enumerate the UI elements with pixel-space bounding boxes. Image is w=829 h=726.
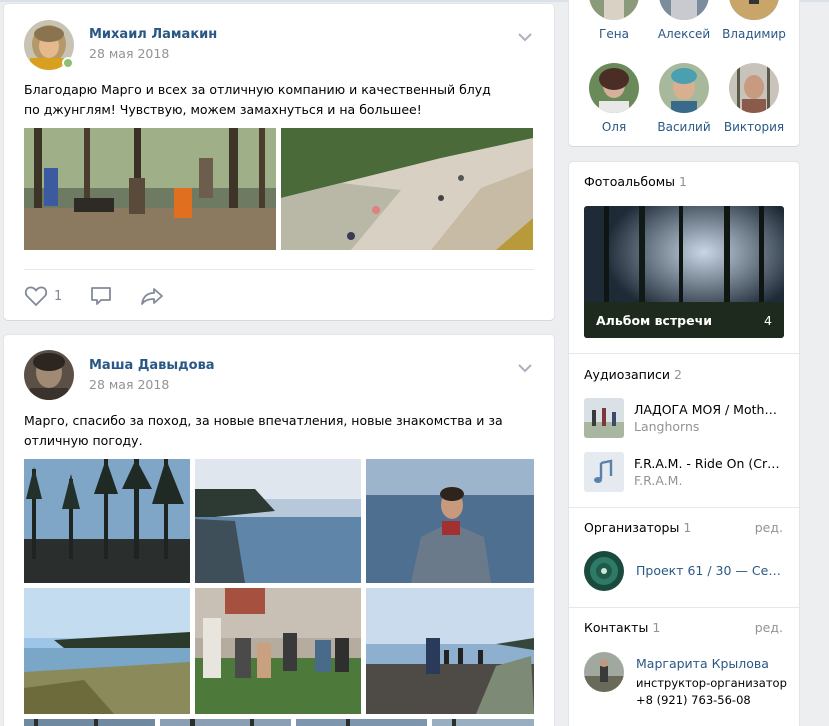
avatar — [659, 63, 709, 113]
post-text: Марго, спасибо за поход, за новые впечат… — [24, 413, 503, 448]
organizers-title: Организаторы — [584, 520, 680, 535]
post-photo[interactable] — [24, 588, 190, 714]
album-title: Альбом встречи — [596, 313, 712, 328]
friend-item[interactable]: Владимир — [719, 0, 789, 41]
share-button[interactable] — [140, 285, 164, 307]
contact-avatar[interactable] — [584, 652, 624, 692]
avatar — [729, 0, 779, 20]
contact-role: инструктор-организатор — [636, 676, 787, 690]
track-artist[interactable]: Langhorns — [634, 419, 699, 434]
comment-button[interactable] — [90, 285, 112, 307]
friend-name: Василий — [657, 120, 711, 134]
audio-header[interactable]: Аудиозаписи 2 — [584, 367, 682, 382]
share-icon — [141, 288, 163, 305]
post-photo[interactable] — [24, 719, 155, 726]
section-divider — [569, 353, 799, 354]
post-photo[interactable] — [296, 719, 427, 726]
like-count: 1 — [54, 288, 63, 304]
post-author[interactable]: Михаил Ламакин — [89, 27, 217, 42]
friend-item[interactable]: Гена — [579, 0, 649, 41]
post-photo[interactable] — [366, 588, 534, 714]
post-photo[interactable] — [160, 719, 291, 726]
post-photo[interactable] — [195, 588, 361, 714]
friend-item[interactable]: Алексей — [649, 0, 719, 41]
track-cover[interactable] — [584, 398, 624, 438]
albums-count: 1 — [679, 174, 687, 189]
post-date[interactable]: 28 мая 2018 — [89, 377, 169, 392]
online-indicator — [62, 57, 74, 69]
post-author[interactable]: Маша Давыдова — [89, 358, 215, 373]
albums-title: Фотоальбомы — [584, 174, 676, 189]
albums-header[interactable]: Фотоальбомы 1 — [584, 174, 687, 189]
contact-phone: +8 (921) 763-56-08 — [636, 693, 751, 707]
avatar — [729, 63, 779, 113]
album-photo-count: 4 — [764, 313, 772, 328]
post-photo[interactable] — [195, 459, 361, 583]
organizer-name[interactable]: Проект 61 / 30 — Север... — [636, 563, 788, 578]
sidebar-info-block: Фотоальбомы 1 Альбом встречи 4 Аудиозапис… — [569, 162, 799, 726]
post-photo[interactable] — [366, 459, 534, 583]
heart-icon — [24, 286, 48, 307]
chevron-down-icon[interactable] — [517, 32, 533, 42]
friend-item[interactable]: Оля — [579, 63, 649, 134]
track-artist[interactable]: F.R.A.M. — [634, 473, 682, 488]
friend-name: Гена — [599, 27, 629, 41]
post-photo[interactable] — [24, 459, 190, 583]
post-photo[interactable] — [432, 719, 534, 726]
track-title[interactable]: F.R.A.M. - Ride On (Cruac... — [634, 456, 784, 471]
comment-icon — [91, 287, 111, 305]
audio-title: Аудиозаписи — [584, 367, 670, 382]
friend-item[interactable]: Виктория — [719, 63, 789, 134]
contact-name[interactable]: Маргарита Крылова — [636, 656, 769, 671]
friend-name: Оля — [601, 120, 627, 134]
organizers-edit-link[interactable]: ред. — [755, 520, 783, 535]
audio-count: 2 — [673, 367, 682, 382]
avatar[interactable] — [24, 350, 74, 400]
post-divider — [24, 269, 534, 270]
post-date[interactable]: 28 мая 2018 — [89, 46, 169, 61]
friend-name: Алексей — [657, 27, 711, 41]
contacts-edit-link[interactable]: ред. — [755, 620, 783, 635]
section-divider — [569, 507, 799, 508]
organizers-count: 1 — [683, 520, 692, 535]
track-title[interactable]: ЛАДОГА МОЯ / Mother O... — [634, 402, 784, 417]
like-button[interactable]: 1 — [24, 285, 62, 307]
chevron-down-icon[interactable] — [517, 363, 533, 373]
wall-post: Маша Давыдова 28 мая 2018 Марго, спасибо… — [4, 335, 554, 726]
friends-block: Гена Алексей Владимир Оля Василий Виктор… — [569, 0, 799, 146]
friend-name: Владимир — [722, 27, 786, 41]
avatar — [589, 63, 639, 113]
friend-item[interactable]: Василий — [649, 63, 719, 134]
contacts-title: Контакты — [584, 620, 649, 635]
post-text: Благодарю Марго и всех за отличную компа… — [24, 82, 491, 117]
friend-name: Виктория — [723, 120, 785, 134]
avatar — [659, 0, 709, 20]
organizers-header[interactable]: Организаторы 1 — [584, 520, 691, 535]
organizer-avatar[interactable] — [584, 551, 624, 591]
avatar — [589, 0, 639, 20]
music-note-icon[interactable] — [584, 452, 624, 492]
post-photo[interactable] — [281, 128, 533, 250]
section-divider — [569, 607, 799, 608]
album-cover[interactable]: Альбом встречи 4 — [584, 206, 784, 338]
contacts-header[interactable]: Контакты 1 — [584, 620, 660, 635]
wall-post: Михаил Ламакин 28 мая 2018 Благодарю Мар… — [4, 4, 554, 320]
contacts-count: 1 — [652, 620, 661, 635]
post-photo[interactable] — [24, 128, 276, 250]
